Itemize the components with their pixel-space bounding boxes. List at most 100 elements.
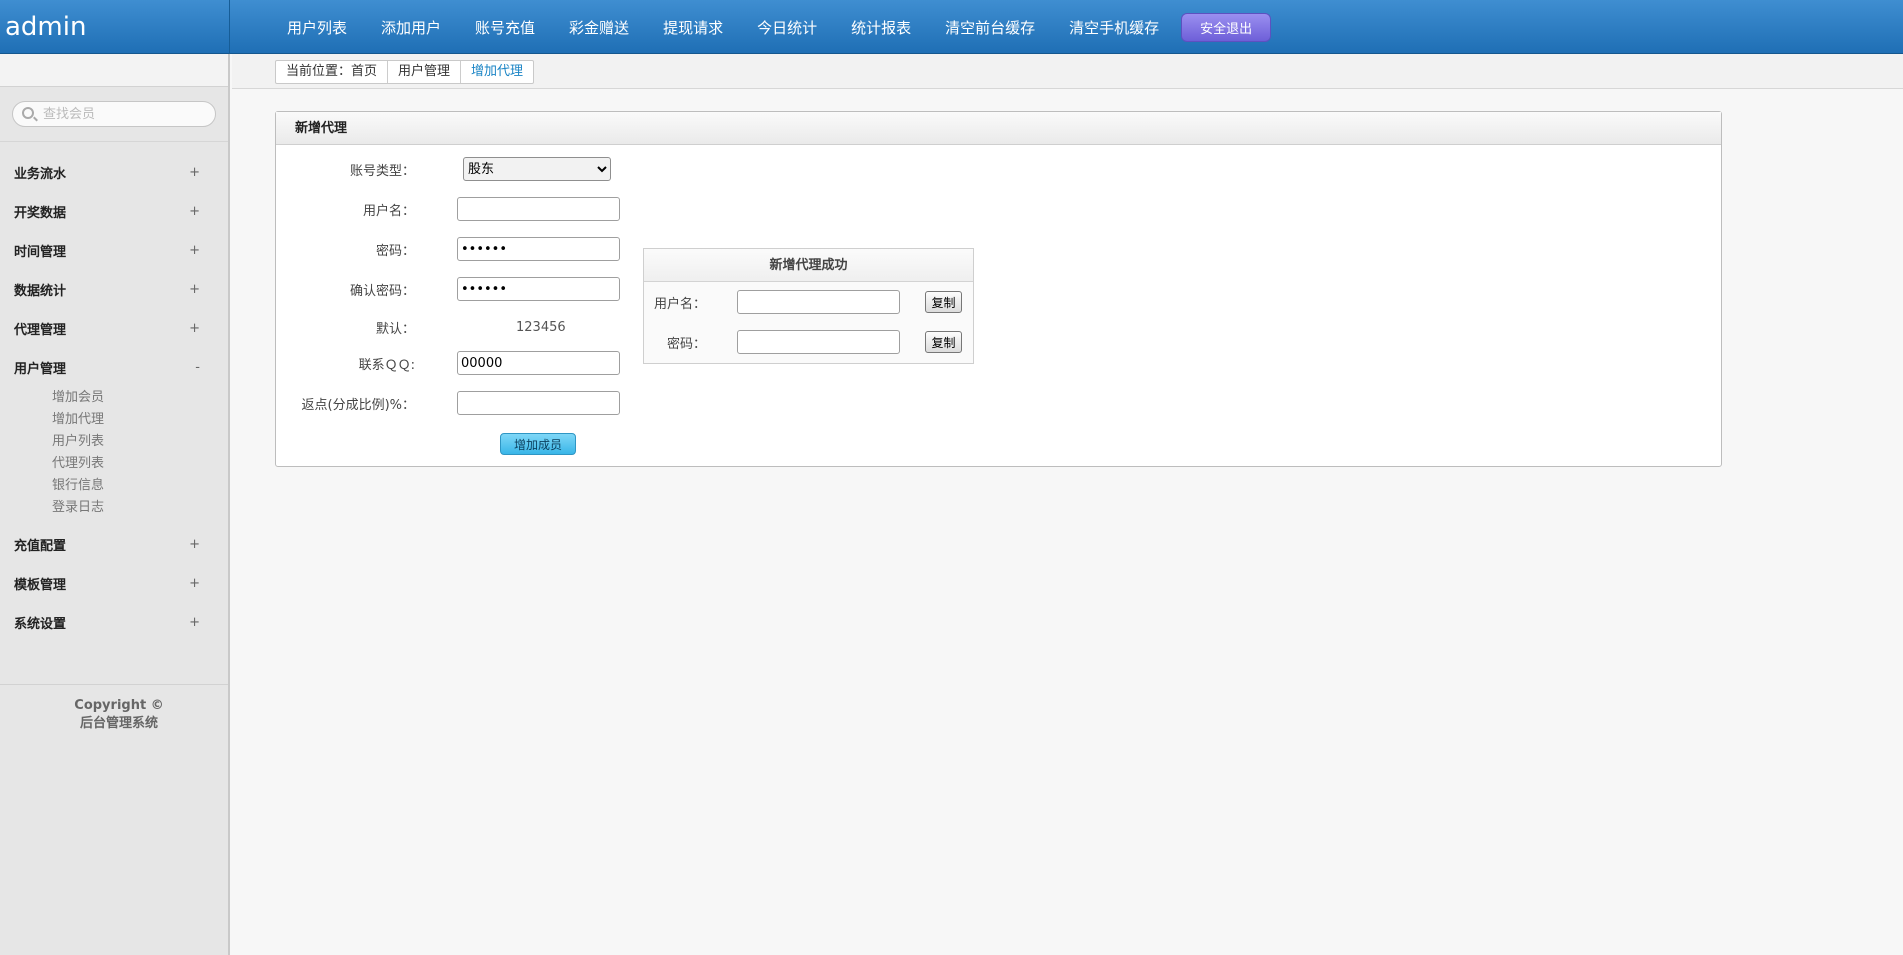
row-rebate: 返点(分成比例)%： [276,390,876,416]
account-type-select[interactable]: 股东 [463,157,611,181]
logout-button[interactable]: 安全退出 [1181,12,1272,42]
menu-title-time-management[interactable]: 时间管理 + [0,231,228,270]
row-username: 用户名： [276,196,876,222]
confirm-password-input[interactable] [457,277,620,301]
sidebar-item-add-agent[interactable]: 增加代理 [52,409,228,431]
copy-password-button[interactable]: 复制 [925,331,962,353]
result-title: 新增代理成功 [644,249,973,282]
breadcrumb-home[interactable]: 当前位置：首页 [276,61,387,83]
qq-label: 联系ＱＱ: [358,357,415,373]
menu-group-time-management: 时间管理 + [0,231,228,270]
menu-title-agent-management[interactable]: 代理管理 + [0,309,228,348]
search-box [12,101,216,127]
menu-title-label: 用户管理 [14,362,67,377]
top-bar: admin 用户列表 添加用户 账号充值 彩金赠送 提现请求 今日统计 统计报表… [0,0,1903,54]
expand-icon: + [189,282,200,297]
password-input[interactable] [457,237,620,261]
result-password-input[interactable] [737,330,900,354]
sidebar: 业务流水 + 开奖数据 + 时间管理 + 数据统计 + 代理管理 + 用户管理 - 增加会员… [0,54,230,955]
member-search [0,87,228,142]
menu-title-label: 代理管理 [14,323,67,338]
sidebar-item-user-list[interactable]: 用户列表 [52,431,228,453]
main-content: 当前位置：首页 用户管理 增加代理 新增代理 账号类型： 股东 用户名： 密码：… [232,54,1903,955]
agent-created-box: 新增代理成功 用户名： 复制 密码： 复制 [643,248,974,364]
menu-title-system-settings[interactable]: 系统设置 + [0,603,228,642]
sidebar-menu: 业务流水 + 开奖数据 + 时间管理 + 数据统计 + 代理管理 + 用户管理 - 增加会员… [0,142,228,642]
nav-clear-frontend-cache[interactable]: 清空前台缓存 [945,17,1069,38]
nav-account-recharge[interactable]: 账号充值 [475,17,569,38]
panel-title: 新增代理 [276,112,1721,145]
sidebar-item-login-log[interactable]: 登录日志 [52,497,228,519]
menu-title-label: 时间管理 [14,245,67,260]
member-search-input[interactable] [43,105,213,123]
result-row-username: 用户名： 复制 [644,289,975,315]
menu-title-data-stats[interactable]: 数据统计 + [0,270,228,309]
menu-group-data-stats: 数据统计 + [0,270,228,309]
menu-title-template-management[interactable]: 模板管理 + [0,564,228,603]
nav-stats-report[interactable]: 统计报表 [851,17,945,38]
menu-title-label: 充值配置 [14,539,67,554]
result-username-label: 用户名： [653,296,706,312]
expand-icon: + [189,321,200,336]
nav-today-stats[interactable]: 今日统计 [757,17,851,38]
menu-title-label: 业务流水 [14,167,67,182]
menu-title-label: 模板管理 [14,578,67,593]
breadcrumb-current: 增加代理 [460,61,533,83]
brand-logo: admin [0,0,230,54]
collapse-icon: - [195,360,200,375]
top-nav: 用户列表 添加用户 账号充值 彩金赠送 提现请求 今日统计 统计报表 清空前台缓… [230,0,1272,54]
add-member-button[interactable]: 增加成员 [500,433,576,455]
expand-icon: + [189,165,200,180]
result-username-input[interactable] [737,290,900,314]
expand-icon: + [189,537,200,552]
search-icon [22,107,34,119]
add-agent-panel: 新增代理 账号类型： 股东 用户名： 密码： 确认密码： 默认： 123456 … [275,111,1722,467]
breadcrumb-bar: 当前位置：首页 用户管理 增加代理 [232,54,1903,89]
breadcrumb: 当前位置：首页 用户管理 增加代理 [275,60,535,84]
expand-icon: + [189,243,200,258]
result-row-password: 密码： 复制 [644,329,975,355]
expand-icon: + [189,576,200,591]
rebate-label: 返点(分成比例)%： [301,397,416,413]
qq-input[interactable] [457,351,620,375]
menu-title-label: 系统设置 [14,617,67,632]
rebate-input[interactable] [457,391,620,415]
sidebar-item-add-member[interactable]: 增加会员 [52,387,228,409]
copy-username-button[interactable]: 复制 [925,291,962,313]
menu-group-business-flow: 业务流水 + [0,153,228,192]
menu-group-lottery-data: 开奖数据 + [0,192,228,231]
menu-title-lottery-data[interactable]: 开奖数据 + [0,192,228,231]
menu-title-label: 数据统计 [14,284,67,299]
copyright-text: Copyright © [74,698,164,713]
nav-add-user[interactable]: 添加用户 [381,17,475,38]
nav-clear-mobile-cache[interactable]: 清空手机缓存 [1069,17,1193,38]
nav-withdraw-requests[interactable]: 提现请求 [663,17,757,38]
default-label: 默认： [375,321,415,337]
confirm-password-label: 确认密码： [349,283,415,299]
nav-bonus-gift[interactable]: 彩金赠送 [569,17,663,38]
menu-group-user-management: 用户管理 - 增加会员 增加代理 用户列表 代理列表 银行信息 登录日志 [0,348,228,525]
menu-title-business-flow[interactable]: 业务流水 + [0,153,228,192]
nav-user-list[interactable]: 用户列表 [287,17,381,38]
expand-icon: + [189,615,200,630]
sidebar-top-strip [0,54,228,87]
password-label: 密码： [375,243,415,259]
account-type-label: 账号类型： [349,163,415,179]
system-name-text: 后台管理系统 [79,716,158,731]
sidebar-item-bank-info[interactable]: 银行信息 [52,475,228,497]
sidebar-footer: Copyright © 后台管理系统 [0,684,228,733]
submenu-user-management: 增加会员 增加代理 用户列表 代理列表 银行信息 登录日志 [0,387,228,525]
menu-group-system-settings: 系统设置 + [0,603,228,642]
username-input[interactable] [457,197,620,221]
expand-icon: + [189,204,200,219]
default-password-value: 123456 [516,319,566,335]
result-password-label: 密码： [666,336,706,352]
sidebar-item-agent-list[interactable]: 代理列表 [52,453,228,475]
menu-group-template-management: 模板管理 + [0,564,228,603]
menu-title-recharge-config[interactable]: 充值配置 + [0,525,228,564]
row-account-type: 账号类型： 股东 [276,156,876,182]
menu-group-agent-management: 代理管理 + [0,309,228,348]
menu-title-label: 开奖数据 [14,206,67,221]
menu-title-user-management[interactable]: 用户管理 - [0,348,228,387]
breadcrumb-user-management[interactable]: 用户管理 [387,61,460,83]
